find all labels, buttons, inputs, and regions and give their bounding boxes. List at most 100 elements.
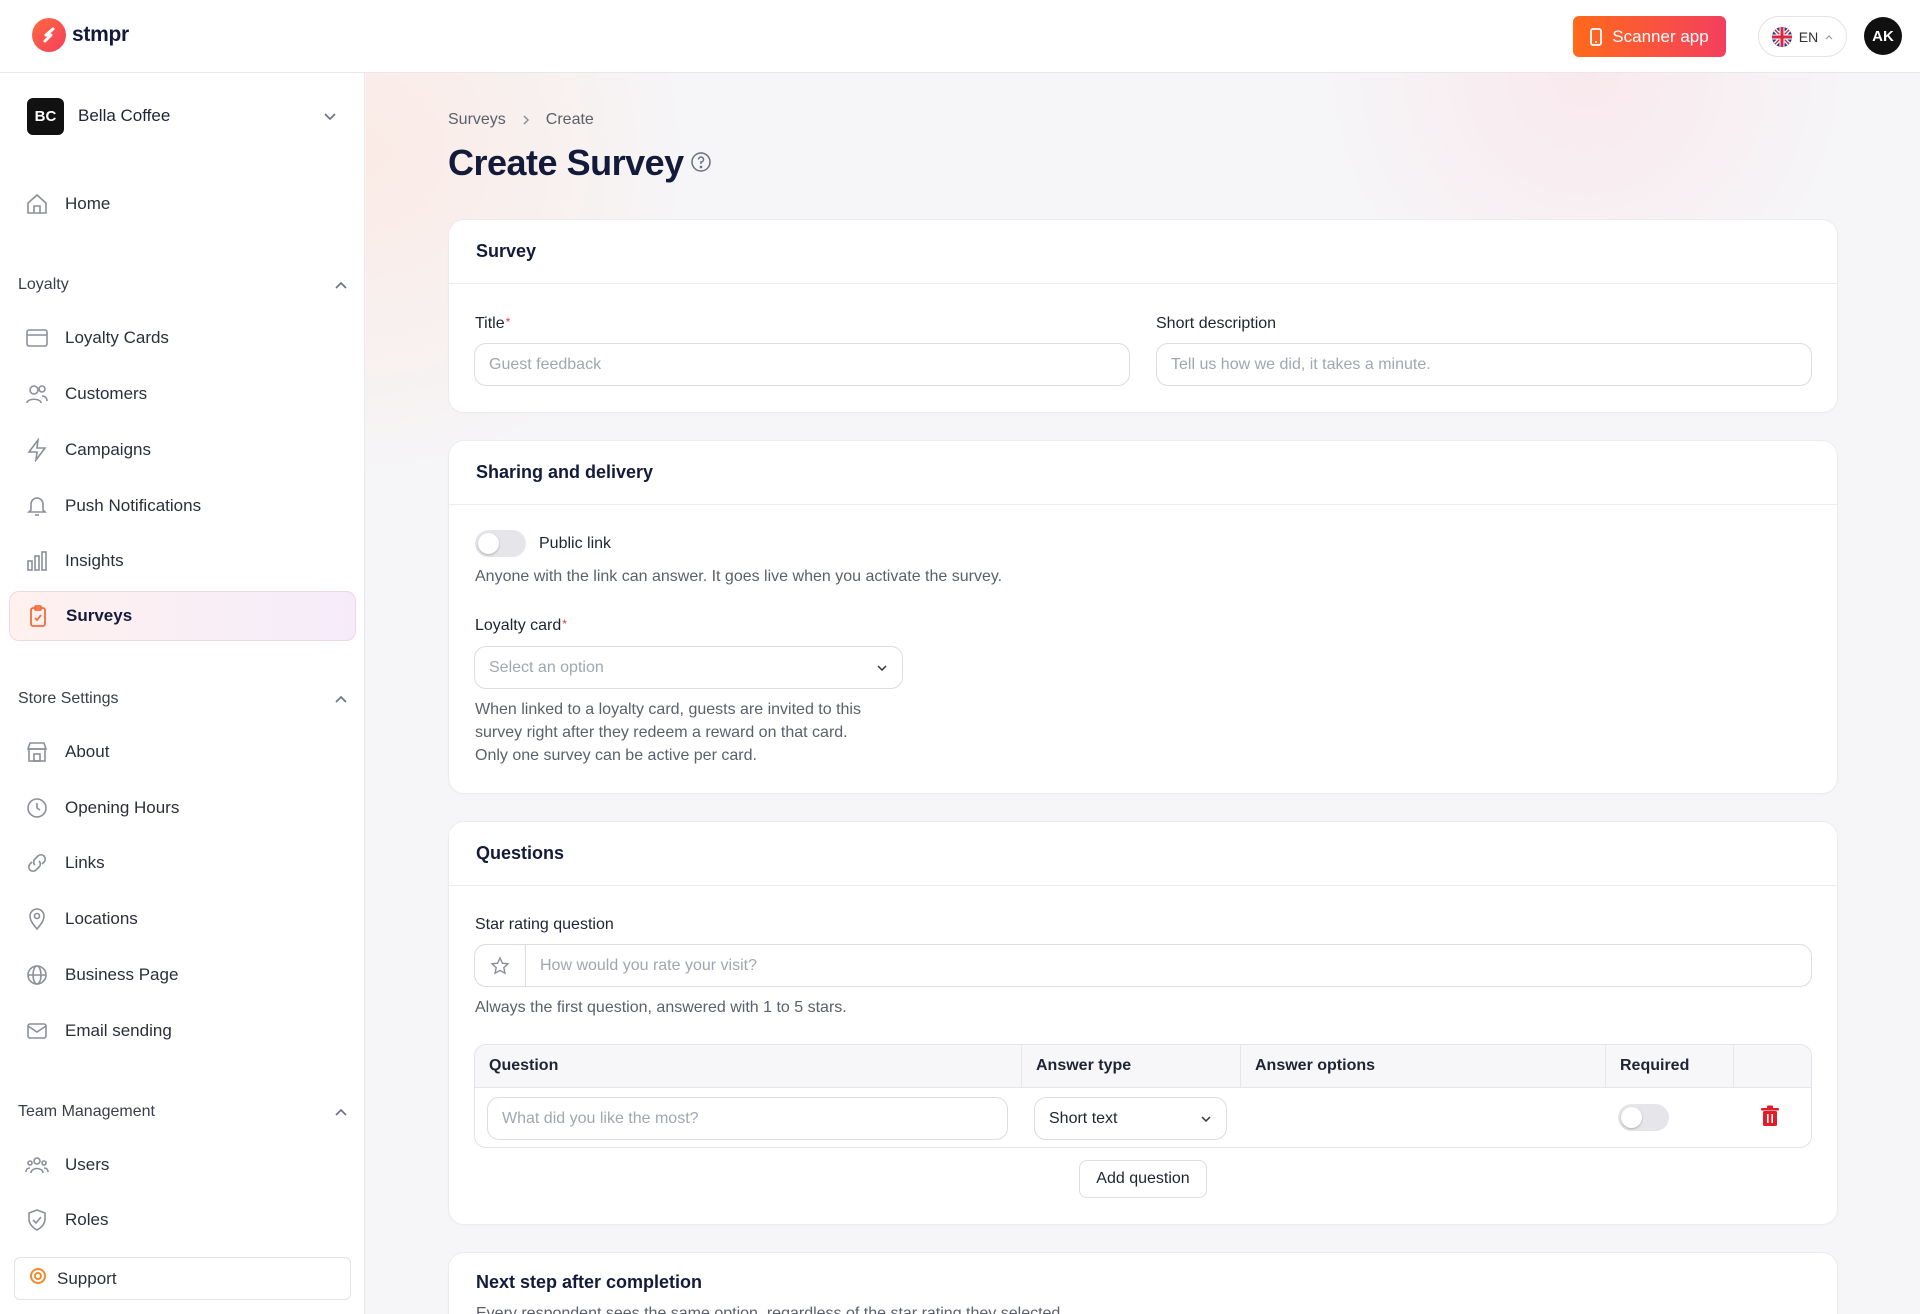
sidebar-item-label: Campaigns: [65, 440, 151, 459]
sidebar-item-label: Home: [65, 194, 111, 213]
sidebar-item-links[interactable]: Links: [9, 838, 356, 888]
title-label: Title*: [475, 315, 511, 332]
loyalty-card-select[interactable]: Select an option: [474, 646, 903, 689]
sidebar-item-label: Links: [65, 853, 105, 872]
lifebuoy-icon: [29, 1267, 47, 1290]
sidebar-item-label: Insights: [65, 551, 124, 570]
help-circle-icon[interactable]: [690, 151, 712, 173]
globe-icon: [24, 962, 50, 988]
section-loyalty[interactable]: Loyalty: [18, 270, 348, 300]
sidebar-item-label: Business Page: [65, 965, 179, 984]
sidebar-item-label: Push Notifications: [65, 496, 202, 515]
clipboard-check-icon: [25, 603, 51, 629]
sidebar-item-label: Opening Hours: [65, 798, 180, 817]
star-icon: [474, 944, 526, 987]
page-title: Create Survey: [448, 142, 684, 183]
card-icon: [24, 325, 50, 351]
chevron-up-icon: [335, 695, 347, 703]
sidebar-item-loyalty-cards[interactable]: Loyalty Cards: [9, 313, 356, 363]
add-question-button[interactable]: Add question: [1079, 1160, 1207, 1198]
sidebar-item-campaigns[interactable]: Campaigns: [9, 425, 356, 475]
logo-text: stmpr: [72, 23, 129, 46]
loyalty-card-help: When linked to a loyalty card, guests ar…: [475, 701, 861, 764]
next-step-heading: Next step after completion: [476, 1272, 703, 1292]
short-description-input[interactable]: [1156, 343, 1812, 386]
scanner-app-button[interactable]: Scanner app: [1573, 16, 1726, 57]
column-answer-options: Answer options: [1241, 1045, 1606, 1088]
survey-card-heading: Survey: [449, 220, 1837, 284]
sidebar-item-customers[interactable]: Customers: [9, 369, 356, 419]
sidebar-item-surveys[interactable]: Surveys: [9, 591, 356, 641]
section-label: Team Management: [18, 1103, 155, 1120]
chevron-down-icon: [1201, 1115, 1211, 1122]
link-icon: [24, 850, 50, 876]
next-step-card: Next step after completion Every respond…: [448, 1252, 1838, 1314]
sidebar-item-label: Customers: [65, 384, 148, 403]
sidebar-item-home[interactable]: Home: [9, 179, 356, 229]
sharing-card-heading: Sharing and delivery: [449, 441, 1837, 505]
breadcrumb: Surveys Create: [448, 111, 594, 129]
star-rating-input[interactable]: [525, 944, 1812, 987]
mail-icon: [24, 1018, 50, 1044]
language-selector[interactable]: EN: [1758, 16, 1847, 57]
map-pin-icon: [24, 906, 50, 932]
chevron-down-icon: [324, 112, 336, 120]
users-icon: [24, 381, 50, 407]
sidebar-item-label: Locations: [65, 909, 138, 928]
public-link-help: Anyone with the link can answer. It goes…: [475, 568, 1003, 585]
trash-icon[interactable]: [1760, 1105, 1782, 1129]
public-link-toggle[interactable]: [475, 530, 526, 557]
answer-type-select[interactable]: Short text: [1034, 1097, 1227, 1140]
store-badge: BC: [27, 97, 64, 135]
user-avatar[interactable]: AK: [1864, 17, 1902, 55]
home-icon: [24, 191, 50, 217]
sidebar-item-label: Email sending: [65, 1021, 172, 1040]
column-question: Question: [475, 1045, 1022, 1088]
scanner-app-label: Scanner app: [1612, 26, 1709, 46]
sidebar-item-label: Surveys: [66, 606, 133, 625]
section-label: Store Settings: [18, 690, 119, 707]
column-answer-type: Answer type: [1022, 1045, 1241, 1088]
store-switcher[interactable]: BC Bella Coffee: [27, 95, 337, 137]
required-toggle[interactable]: [1618, 1104, 1669, 1131]
star-rating-help: Always the first question, answered with…: [475, 999, 847, 1016]
sidebar-item-users[interactable]: Users: [9, 1140, 356, 1190]
chevron-up-icon: [335, 281, 347, 289]
public-link-label: Public link: [539, 535, 612, 552]
store-name: Bella Coffee: [78, 106, 171, 125]
sidebar-item-email-sending[interactable]: Email sending: [9, 1006, 356, 1056]
loyalty-card-select-value: Select an option: [489, 658, 604, 676]
section-store-settings[interactable]: Store Settings: [18, 684, 348, 714]
sidebar-item-locations[interactable]: Locations: [9, 894, 356, 944]
sidebar-item-label: Roles: [65, 1210, 109, 1229]
sidebar-item-opening-hours[interactable]: Opening Hours: [9, 783, 356, 833]
title-input[interactable]: [474, 343, 1130, 386]
sidebar-item-push-notifications[interactable]: Push Notifications: [9, 481, 356, 531]
chevron-down-icon: [877, 664, 887, 671]
logo-icon: [32, 18, 66, 52]
store-icon: [24, 739, 50, 765]
question-input[interactable]: [487, 1097, 1008, 1140]
logo[interactable]: stmpr: [32, 18, 129, 52]
breadcrumb-surveys[interactable]: Surveys: [448, 111, 506, 129]
bar-chart-icon: [24, 548, 50, 574]
uk-flag-icon: [1771, 26, 1792, 47]
support-label: Support: [57, 1268, 117, 1288]
sidebar-item-roles[interactable]: Roles: [9, 1195, 356, 1245]
support-button[interactable]: Support: [14, 1257, 351, 1300]
sidebar-item-insights[interactable]: Insights: [9, 536, 356, 586]
chevron-up-icon: [1825, 34, 1833, 39]
sidebar-item-about[interactable]: About: [9, 727, 356, 777]
sidebar-item-label: About: [65, 742, 110, 761]
language-code: EN: [1798, 28, 1819, 45]
section-team-management[interactable]: Team Management: [18, 1097, 348, 1127]
short-description-label: Short description: [1156, 315, 1277, 332]
answer-type-value: Short text: [1049, 1109, 1118, 1127]
chevron-up-icon: [335, 1108, 347, 1116]
sidebar-item-label: Users: [65, 1155, 110, 1174]
sidebar-item-business-page[interactable]: Business Page: [9, 950, 356, 1000]
bell-icon: [24, 493, 50, 519]
loyalty-card-label: Loyalty card*: [475, 617, 567, 634]
sidebar: BC Bella Coffee Home Loyalty Loyalty Car…: [0, 73, 365, 1314]
phone-icon: [1590, 27, 1603, 46]
